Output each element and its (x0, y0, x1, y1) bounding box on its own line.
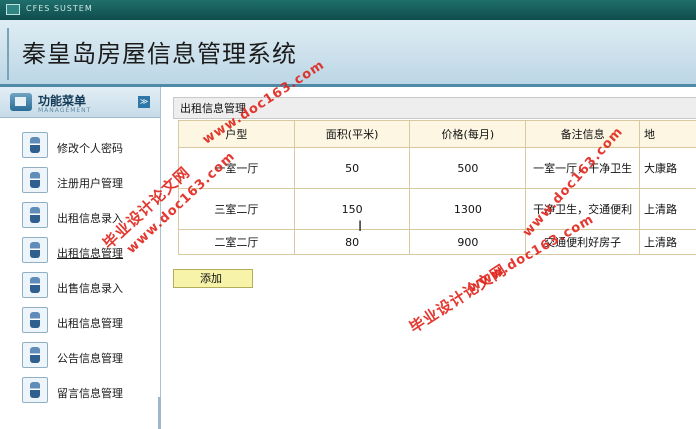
menu-list: 修改个人密码 注册用户管理 出租信息录入 出租信息管理 出售信息录入 出租信息管… (0, 131, 160, 411)
page-header: 秦皇岛房屋信息管理系统 (0, 20, 696, 87)
menu-icon (10, 93, 32, 111)
user-icon (22, 132, 48, 158)
user-icon (22, 307, 48, 333)
table-cell: 500 (410, 148, 526, 189)
menu-subtitle: MANAGEMENT (38, 107, 91, 114)
table-cell: 上清路 (640, 230, 696, 255)
menu-item-message-management[interactable]: 留言信息管理 (0, 376, 160, 411)
column-header: 地 (640, 121, 696, 148)
table-cell: 900 (410, 230, 526, 255)
app-title: 秦皇岛房屋信息管理系统 (22, 34, 297, 69)
menu-header: 功能菜单 MANAGEMENT ≫ (0, 87, 160, 118)
menu-item-label: 留言信息管理 (57, 385, 123, 401)
user-icon (22, 202, 48, 228)
user-icon (22, 237, 48, 263)
system-label: CFES SUSTEM (26, 4, 93, 13)
menu-item-sale-entry[interactable]: 出售信息录入 (0, 271, 160, 306)
user-icon (22, 377, 48, 403)
table-row: 二室二厅 80 900 交通便利好房子 上清路 (179, 230, 696, 255)
menu-item-label: 修改个人密码 (57, 140, 123, 156)
menu-item-notice-management[interactable]: 公告信息管理 (0, 341, 160, 376)
menu-item-rental-management-2[interactable]: 出租信息管理 (0, 306, 160, 341)
table-cell: 50 (294, 148, 410, 189)
table-cell: 大康路 (640, 148, 696, 189)
table-row: 一室一厅 50 500 一室一厅，干净卫生 大康路 (179, 148, 696, 189)
table-row: 三室二厅 150 1300 干净卫生，交通便利 上清路 (179, 189, 696, 230)
menu-item-label: 公告信息管理 (57, 350, 123, 366)
menu-item-label: 出售信息录入 (57, 280, 123, 296)
menu-item-label: 注册用户管理 (57, 175, 123, 191)
column-header: 价格(每月) (410, 121, 526, 148)
table-cell: 二室二厅 (179, 230, 295, 255)
add-button[interactable]: 添加 (173, 269, 253, 288)
menu-item-user-management[interactable]: 注册用户管理 (0, 166, 160, 201)
collapse-icon[interactable]: ≫ (138, 96, 150, 108)
table-cell: 上清路 (640, 189, 696, 230)
title-bar: CFES SUSTEM (0, 0, 696, 20)
column-header: 面积(平米) (294, 121, 410, 148)
table-cell: 150 (294, 189, 410, 230)
user-icon (22, 167, 48, 193)
header-divider (7, 28, 9, 80)
table-cell: 1300 (410, 189, 526, 230)
user-icon (22, 272, 48, 298)
user-icon (22, 342, 48, 368)
system-icon (6, 4, 20, 15)
table-cell: 80 (294, 230, 410, 255)
menu-item-change-password[interactable]: 修改个人密码 (0, 131, 160, 166)
text-cursor-icon: I (358, 219, 362, 235)
menu-item-label: 出租信息管理 (57, 315, 123, 331)
